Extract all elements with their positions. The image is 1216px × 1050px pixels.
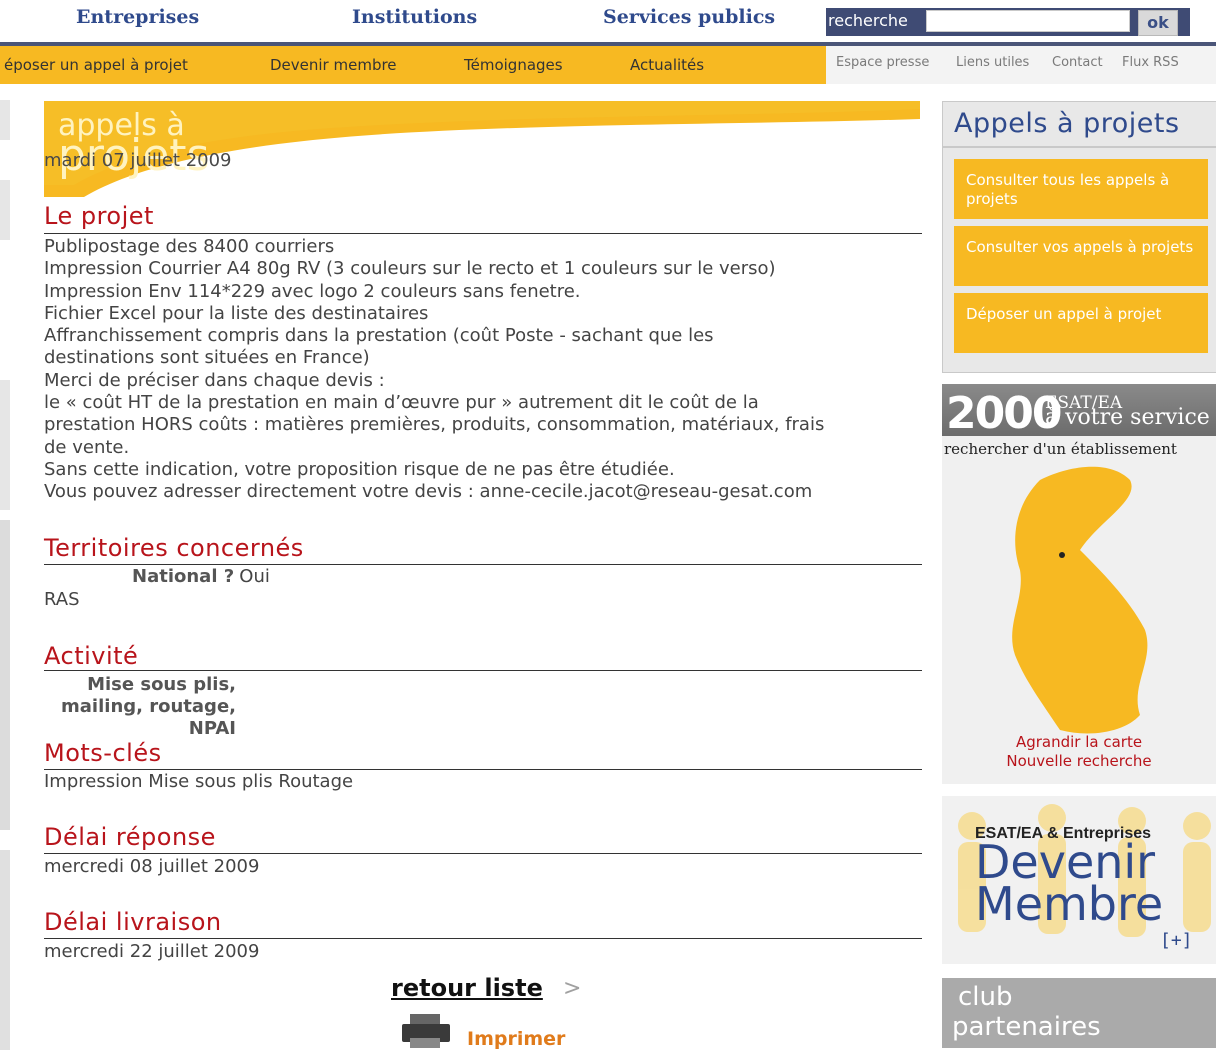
link-flux-rss[interactable]: Flux RSS [1122,55,1179,70]
section-divider [44,233,922,234]
activite-item: Mise sous plis, [87,674,236,695]
imprimer-link[interactable]: Imprimer [467,1028,565,1050]
delai-reponse-value: mercredi 08 juillet 2009 [44,856,260,877]
printer-icon[interactable] [400,1014,452,1048]
rechercher-etablissement-label: rechercher d'un établissement [944,440,1177,458]
activite-item: mailing, routage, [61,696,236,717]
link-espace-presse[interactable]: Espace presse [836,55,929,70]
region-map[interactable] [980,460,1190,740]
mots-cles-value: Impression Mise sous plis Routage [44,771,354,792]
subnav-deposer[interactable]: époser un appel à projet [4,56,188,74]
national-label: National ? [132,566,235,587]
membre-title-membre: Membre [975,877,1164,931]
subnav-actualites[interactable]: Actualités [630,56,704,74]
count-2000: 2000 [946,388,1062,439]
left-edge-fragment [0,180,10,240]
left-edge-fragment [0,520,10,830]
agrandir-carte-link[interactable]: Agrandir la carte [942,733,1216,751]
chevron-right-icon: > [563,976,582,1001]
delai-livraison-value: mercredi 22 juillet 2009 [44,941,260,962]
votre-service-label: à votre service [1045,405,1210,430]
nouvelle-recherche-link[interactable]: Nouvelle recherche [942,752,1216,770]
link-contact[interactable]: Contact [1052,55,1103,70]
plus-icon[interactable]: [+] [1160,930,1193,951]
section-divider [44,769,922,770]
left-edge-fragment [0,380,10,510]
projet-description: Publipostage des 8400 courriers Impressi… [44,236,825,503]
nav-institutions[interactable]: Institutions [352,6,477,28]
club-title: club [958,982,1013,1012]
section-title-delai-reponse: Délai réponse [44,823,216,851]
consulter-tous-button[interactable]: Consulter tous les appels à projets [954,159,1208,219]
retour-liste-link[interactable]: retour liste [391,974,543,1002]
subnav-devenir-membre[interactable]: Devenir membre [270,56,397,74]
search-ok-button[interactable]: ok [1138,10,1178,36]
section-title-projet: Le projet [44,202,154,230]
left-edge-fragment [0,100,10,140]
consulter-vos-button[interactable]: Consulter vos appels à projets [954,226,1208,286]
nav-entreprises[interactable]: Entreprises [76,6,199,28]
section-divider [44,938,922,939]
section-title-territoires: Territoires concernés [44,534,304,562]
appels-panel-title: Appels à projets [954,108,1180,139]
left-edge-fragment [0,850,10,1050]
section-divider [44,853,922,854]
section-title-mots-cles: Mots-clés [44,739,162,767]
subnav-temoignages[interactable]: Témoignages [464,56,563,74]
nav-services-publics[interactable]: Services publics [603,6,775,28]
partenaires-title: partenaires [952,1012,1101,1042]
section-title-activite: Activité [44,642,139,670]
section-divider [44,564,922,565]
link-liens-utiles[interactable]: Liens utiles [956,55,1029,70]
national-row: National ? Oui [132,566,270,587]
activite-item: NPAI [188,718,236,739]
section-divider [44,670,922,671]
publication-date: mardi 07 juillet 2009 [44,150,232,171]
search-label: recherche [828,10,924,32]
territoires-ras: RAS [44,589,80,610]
section-title-delai-livraison: Délai livraison [44,908,222,936]
search-input[interactable] [926,10,1130,32]
activite-list: Mise sous plis, mailing, routage, NPAI [44,674,236,740]
panel-divider [942,146,1216,148]
national-value: Oui [239,566,270,587]
deposer-appel-button[interactable]: Déposer un appel à projet [954,293,1208,353]
